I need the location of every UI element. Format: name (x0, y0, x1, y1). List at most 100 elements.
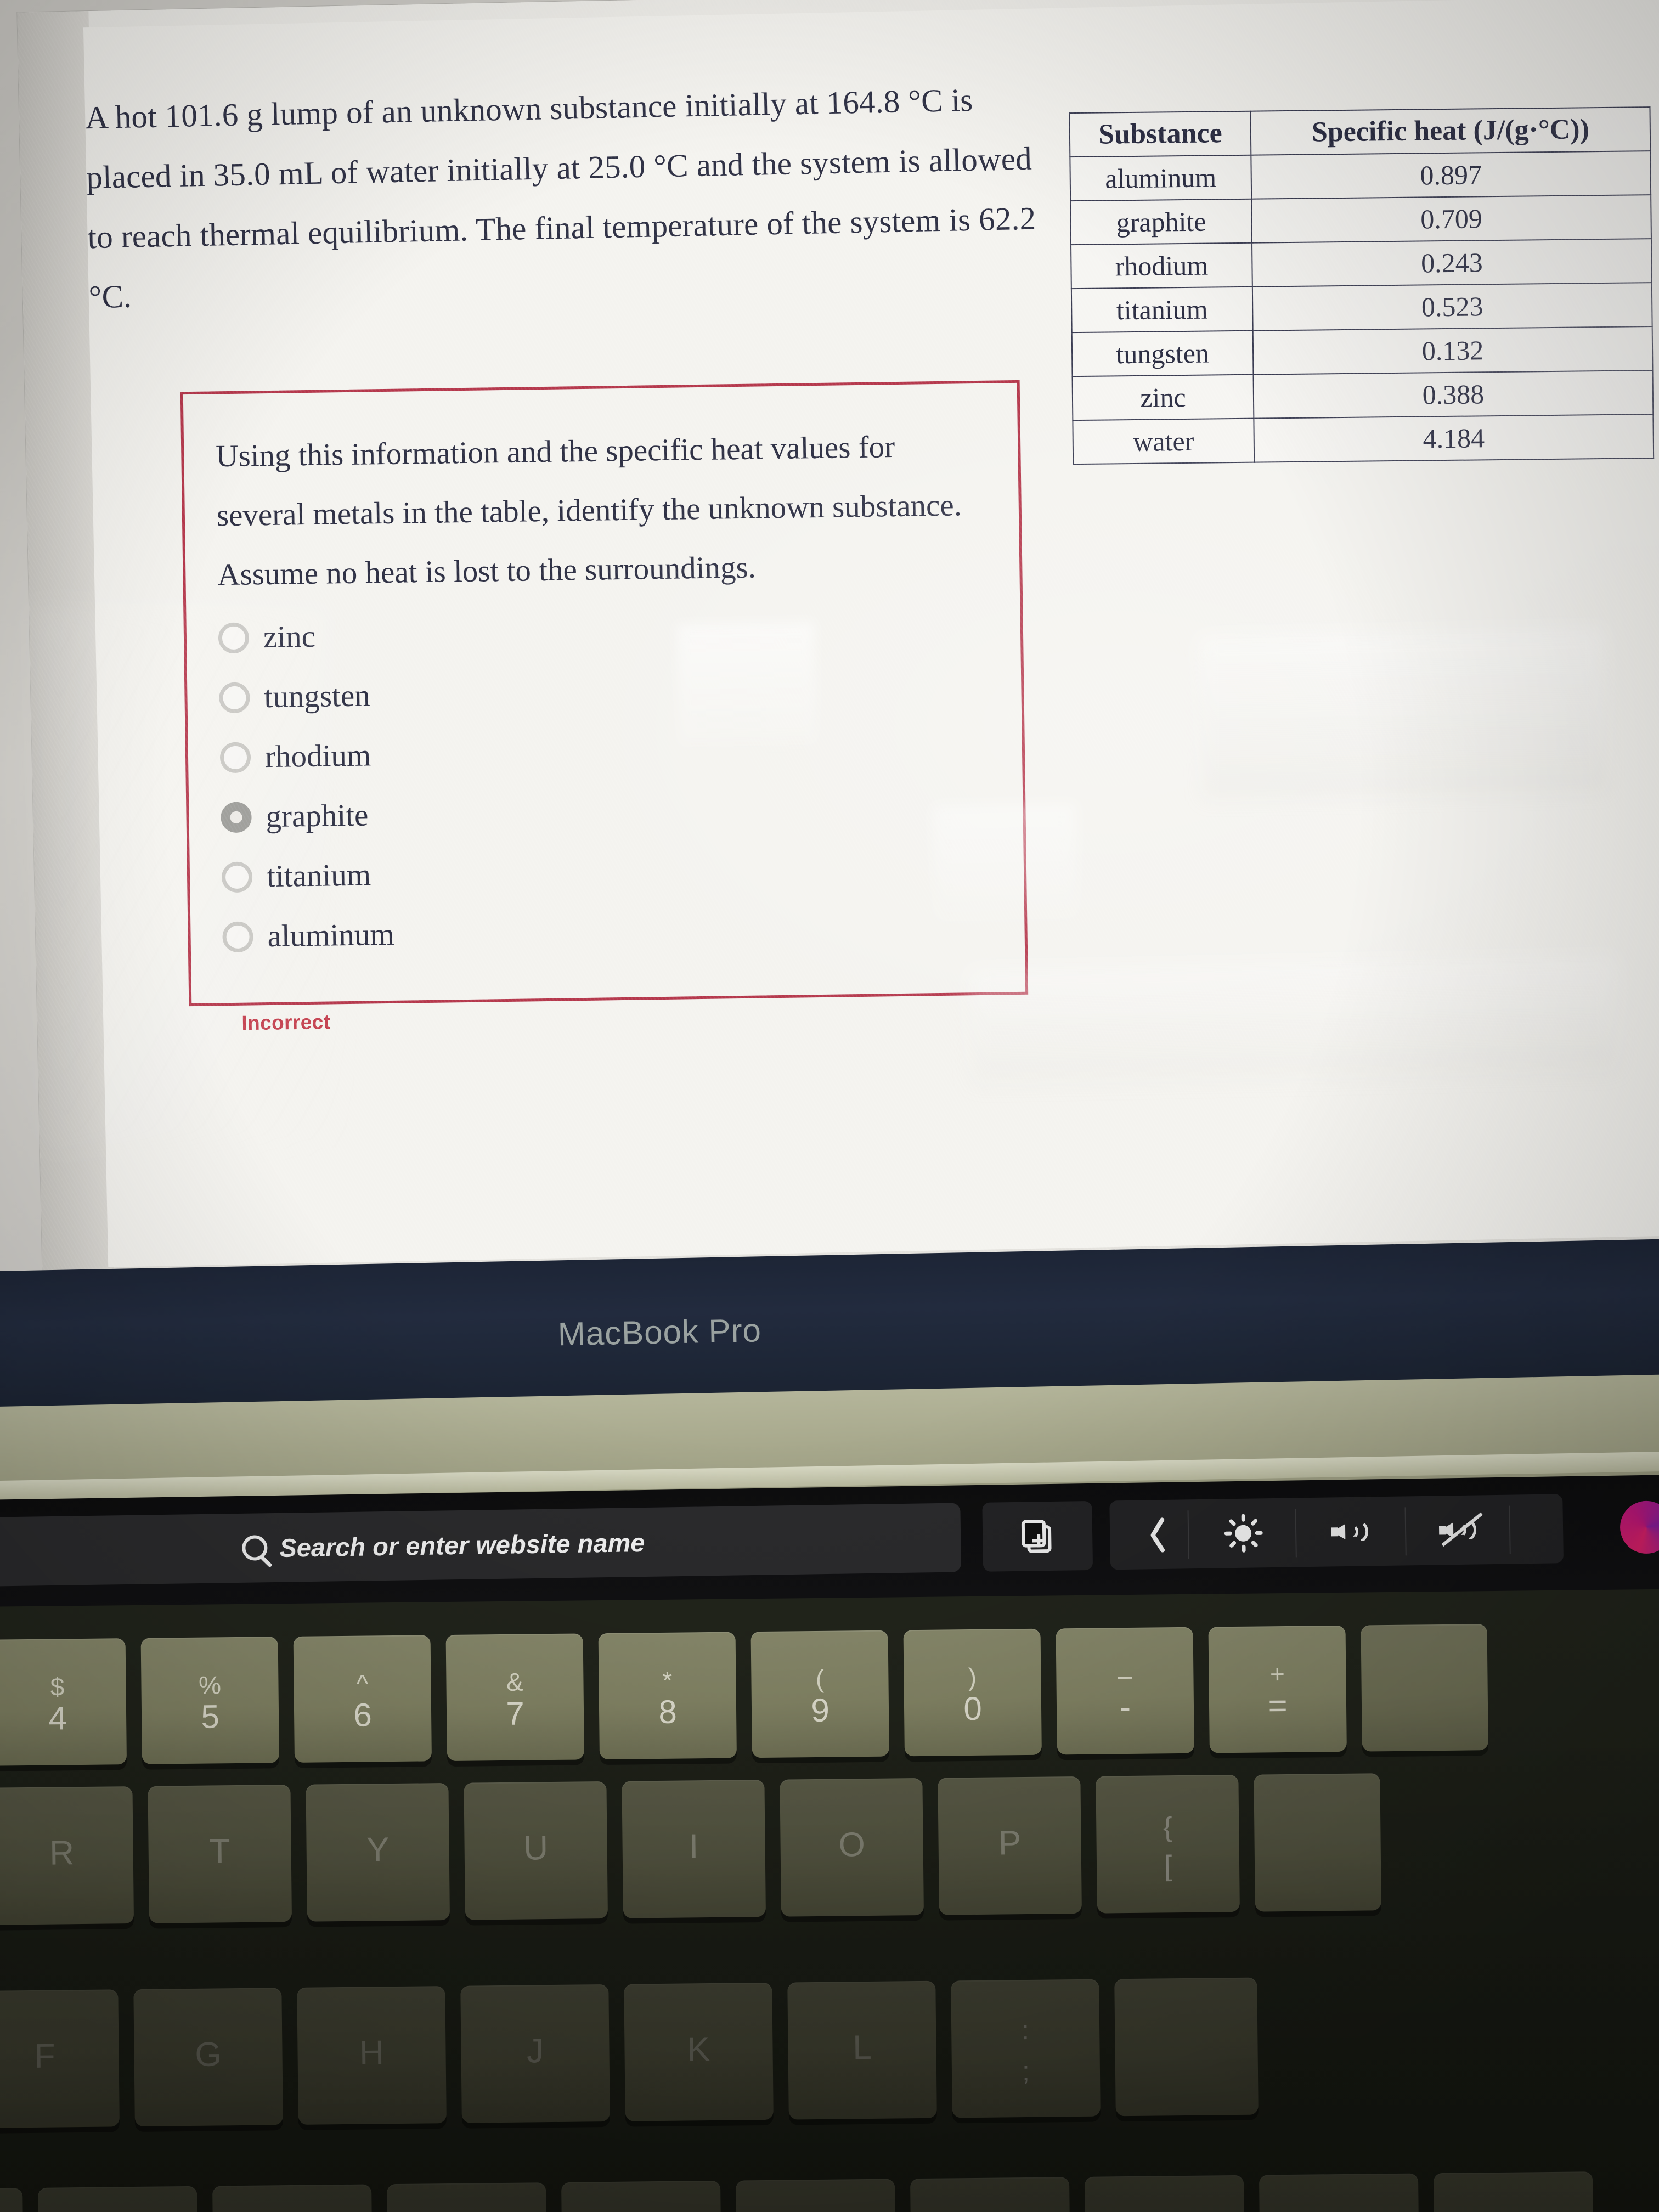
key-partial[interactable] (387, 2182, 547, 2212)
key-t[interactable]: T (148, 1785, 292, 1923)
table-row: tungsten 0.132 (1071, 326, 1653, 377)
key-o[interactable]: O (780, 1778, 924, 1917)
key-label: 7 (506, 1695, 525, 1733)
key-r[interactable]: R (0, 1786, 134, 1925)
keyboard-number-row: $ 4 % 5 ^ 6 & 7 * 8 ( 9) 0 – - + = (0, 1621, 1659, 1767)
cell-value: 4.184 (1254, 414, 1654, 462)
key-6[interactable]: ^ 6 (293, 1635, 432, 1763)
key-equals[interactable]: + = (1208, 1625, 1347, 1753)
key-shift-label: $ (50, 1672, 65, 1701)
key-label: I (689, 1827, 699, 1866)
screen-reflection (969, 957, 1619, 1086)
keyboard-home-row: D F G H J K L : ; (0, 1972, 1659, 2129)
new-tab-icon (1021, 1519, 1054, 1554)
search-placeholder: Search or enter website name (279, 1527, 645, 1562)
key-partial[interactable] (1084, 2175, 1245, 2212)
key-partial[interactable] (910, 2177, 1070, 2212)
macbook-pro-logo: MacBook Pro (557, 1312, 762, 1353)
cell-substance: rhodium (1071, 242, 1252, 289)
key-shift-label: & (506, 1667, 524, 1696)
key-shift-label: * (662, 1666, 673, 1695)
key-f[interactable]: F (0, 1989, 120, 2129)
key-semicolon[interactable]: : ; (951, 1979, 1101, 2118)
screen-panel: A hot 101.6 g lump of an unknown substan… (17, 0, 1659, 1274)
touchbar-back-button[interactable] (1125, 1499, 1186, 1570)
key-shift-label: – (1118, 1661, 1132, 1690)
key-label: T (209, 1832, 230, 1871)
key-partial[interactable] (1433, 2171, 1594, 2212)
brightness-icon (1223, 1513, 1264, 1554)
key-partial[interactable] (38, 2186, 198, 2212)
key-partial[interactable] (561, 2180, 721, 2212)
volume-up-icon (1331, 1515, 1373, 1548)
key-h[interactable]: H (297, 1986, 447, 2125)
key-shift-label: ^ (356, 1669, 369, 1698)
key-label: 9 (811, 1692, 830, 1729)
key-bracket-left[interactable]: { [ (1096, 1774, 1240, 1914)
screen-reflection (933, 803, 1078, 922)
key-9[interactable]: ( 9 (751, 1630, 889, 1758)
cell-substance: aluminum (1070, 155, 1252, 201)
cell-value: 0.243 (1252, 239, 1652, 287)
cell-value: 0.388 (1253, 370, 1654, 419)
siri-icon (1620, 1500, 1659, 1554)
key-label: L (852, 2028, 872, 2067)
key-partial-right[interactable] (1114, 1977, 1259, 2117)
key-g[interactable]: G (133, 1988, 283, 2127)
cell-value: 0.132 (1252, 326, 1653, 375)
photo-of-laptop-screen: A hot 101.6 g lump of an unknown substan… (0, 0, 1659, 2212)
touchbar-new-tab-button[interactable] (982, 1500, 1093, 1572)
cell-substance: tungsten (1071, 330, 1254, 377)
touchbar-brightness-button[interactable] (1212, 1498, 1274, 1568)
key-i[interactable]: I (622, 1779, 766, 1918)
key-label: G (195, 2035, 222, 2074)
key-k[interactable]: K (624, 1982, 774, 2121)
table-row: aluminum 0.897 (1070, 151, 1651, 201)
question-text: A hot 101.6 g lump of an unknown substan… (84, 81, 1036, 315)
key-partial-right[interactable] (1361, 1624, 1488, 1752)
key-shift-label: ( (815, 1664, 825, 1693)
cell-substance: titanium (1071, 286, 1253, 333)
key-partial[interactable] (736, 2179, 896, 2212)
touchbar-volume-button[interactable] (1321, 1497, 1383, 1567)
cell-substance: water (1073, 418, 1255, 465)
screen-reflection (1198, 628, 1608, 801)
key-partial[interactable] (212, 2184, 373, 2212)
key-label: F (34, 2037, 55, 2075)
key-y[interactable]: Y (306, 1782, 450, 1922)
chevron-left-icon (1146, 1516, 1166, 1554)
touchbar-siri-button[interactable] (1602, 1492, 1659, 1562)
keyboard-qwerty-row: E R T Y U I O P { [ (0, 1769, 1659, 1926)
key-partial[interactable] (0, 2188, 24, 2212)
volume-mute-icon (1438, 1512, 1483, 1547)
key-u[interactable]: U (464, 1781, 608, 1920)
column-header-specific-heat: Specific heat (J/(g·°C)) (1250, 107, 1651, 155)
key-partial[interactable] (1259, 2173, 1419, 2212)
search-icon (242, 1535, 268, 1561)
table-row: rhodium 0.243 (1071, 239, 1652, 289)
key-label: 6 (353, 1696, 373, 1734)
cell-substance: zinc (1072, 374, 1254, 421)
touchbar-mute-button[interactable] (1426, 1495, 1493, 1565)
touchbar-search-field[interactable]: Search or enter website name (0, 1503, 962, 1587)
key-minus[interactable]: – - (1056, 1627, 1194, 1755)
key-0[interactable]: ) 0 (903, 1628, 1042, 1757)
key-shift-label: : (1022, 2016, 1030, 2046)
key-shift-label: ) (968, 1662, 977, 1691)
screen-reflection (29, 599, 347, 1154)
key-4[interactable]: $ 4 (0, 1638, 127, 1766)
keyboard-bottom-row (0, 2170, 1659, 2212)
key-5[interactable]: % 5 (140, 1637, 280, 1764)
key-l[interactable]: L (787, 1980, 937, 2120)
key-label: 5 (201, 1698, 220, 1736)
key-8[interactable]: * 8 (598, 1632, 737, 1760)
key-label: H (359, 2034, 385, 2072)
cell-value: 0.523 (1252, 283, 1652, 331)
laptop-screen: A hot 101.6 g lump of an unknown substan… (0, 0, 1659, 1296)
key-label: O (838, 1826, 866, 1864)
key-p[interactable]: P (938, 1776, 1082, 1915)
key-label: - (1119, 1689, 1131, 1726)
key-j[interactable]: J (460, 1984, 610, 2123)
key-partial-right[interactable] (1254, 1773, 1381, 1912)
key-7[interactable]: & 7 (445, 1633, 584, 1762)
